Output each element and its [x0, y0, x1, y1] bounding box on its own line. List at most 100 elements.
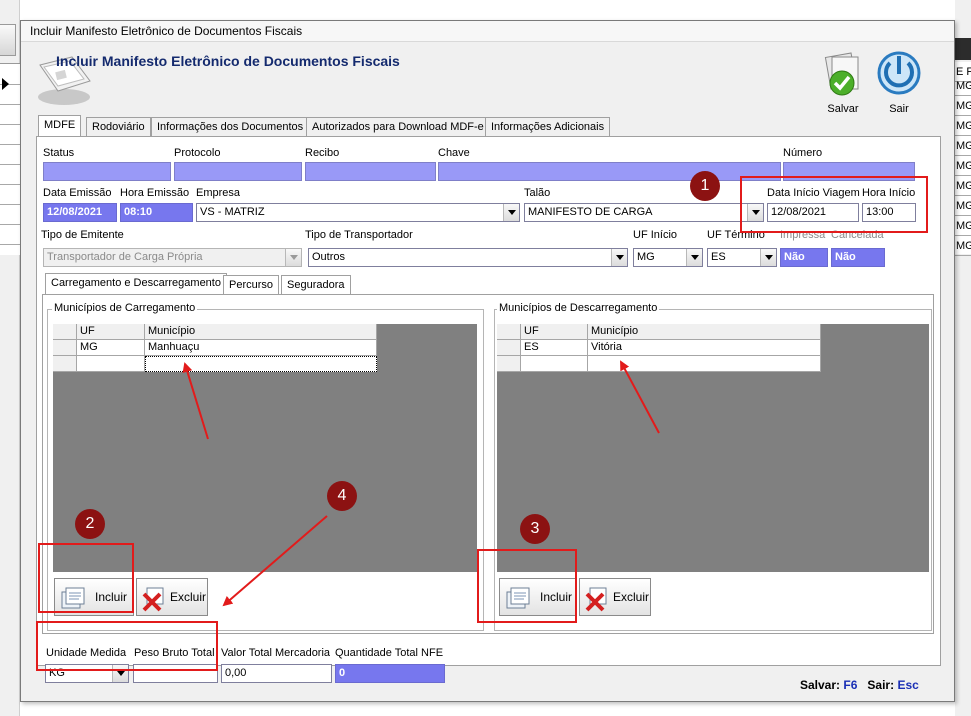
descarregamento-title: Municípios de Descarregamento [497, 302, 660, 314]
tab-carregamento-descarregamento[interactable]: Carregamento e Descarregamento [45, 273, 227, 295]
chevron-down-icon[interactable] [503, 204, 519, 221]
hora-emissao-label: Hora Emissão [120, 187, 190, 199]
delete-descarregamento-button[interactable]: Excluir [579, 578, 651, 616]
tab-mdfe[interactable]: MDFE [38, 115, 82, 137]
delete-carregamento-label: Excluir [170, 590, 207, 604]
window-title: Incluir Manifesto Eletrônico de Document… [21, 21, 954, 42]
protocolo-label: Protocolo [174, 147, 221, 159]
empresa-value: VS - MATRIZ [200, 206, 265, 218]
chave-field [438, 162, 781, 181]
uf-inicio-select[interactable]: MG [633, 248, 703, 267]
tipo-emitente-select: Transportador de Carga Própria [43, 248, 302, 267]
save-button[interactable]: Salvar [818, 47, 868, 117]
status-field [43, 162, 171, 181]
column-header-municipio[interactable]: Município [588, 324, 821, 340]
step-badge-2: 2 [75, 509, 105, 539]
empresa-label: Empresa [196, 187, 241, 199]
background-cell: MG [955, 156, 971, 176]
valor-total-label: Valor Total Mercadoria [221, 647, 331, 659]
table-cell[interactable]: MG [77, 340, 145, 356]
column-header-uf[interactable]: UF [521, 324, 588, 340]
highlight-box-2 [38, 543, 134, 613]
delete-icon [142, 587, 164, 612]
tipo-transportador-select[interactable]: Outros [308, 248, 628, 267]
tab-rodoviario[interactable]: Rodoviário [86, 117, 151, 137]
background-cell: MG [955, 136, 971, 156]
save-icon [824, 52, 859, 96]
data-emissao-field: 12/08/2021 [43, 203, 117, 222]
chevron-down-icon[interactable] [760, 249, 776, 266]
chevron-down-icon[interactable] [686, 249, 702, 266]
step-badge-3: 3 [520, 514, 550, 544]
highlight-box-3 [477, 549, 577, 623]
background-cell: MG [955, 116, 971, 136]
quantidade-total-field: 0 [335, 664, 445, 683]
hora-emissao-field: 08:10 [120, 203, 193, 222]
uf-termino-select[interactable]: ES [707, 248, 777, 267]
table-cell-empty[interactable] [77, 356, 145, 372]
background-button [0, 24, 16, 56]
table-cell-empty[interactable] [145, 356, 377, 372]
status-label: Status [43, 147, 75, 159]
step-badge-1: 1 [690, 171, 720, 201]
talao-select[interactable]: MANIFESTO DE CARGA [524, 203, 764, 222]
talao-value: MANIFESTO DE CARGA [528, 206, 653, 218]
carregamento-grid[interactable]: UF Município MG Manhuaçu [53, 324, 477, 572]
shortcut-hints: Salvar: F6 Sair: Esc [800, 678, 919, 692]
quantidade-total-label: Quantidade Total NFE [335, 647, 444, 659]
recibo-field [305, 162, 436, 181]
column-header-uf[interactable]: UF [77, 324, 145, 340]
table-cell[interactable]: ES [521, 340, 588, 356]
background-cell: MG [955, 176, 971, 196]
table-cell-empty[interactable] [521, 356, 588, 372]
chave-label: Chave [438, 147, 470, 159]
uf-inicio-label: UF Início [633, 229, 678, 241]
shortcut-save-key: F6 [843, 678, 858, 692]
background-cell: MG [955, 76, 971, 96]
highlight-box-4 [36, 621, 218, 671]
data-emissao-label: Data Emissão [43, 187, 112, 199]
protocolo-field [174, 162, 302, 181]
tab-informacoes-adicionais[interactable]: Informações Adicionais [485, 117, 611, 137]
background-grid-left [0, 63, 20, 255]
tab-informacoes-documentos[interactable]: Informações dos Documentos [151, 117, 310, 137]
power-icon [877, 51, 921, 95]
chevron-down-icon [285, 249, 301, 266]
impressa-field: Não [780, 248, 828, 267]
uf-inicio-value: MG [637, 251, 655, 263]
tipo-transportador-label: Tipo de Transportador [305, 229, 413, 241]
carregamento-title: Municípios de Carregamento [52, 302, 198, 314]
exit-label: Sair [889, 103, 909, 115]
valor-total-field[interactable]: 0,00 [221, 664, 332, 683]
tab-percurso[interactable]: Percurso [223, 275, 280, 295]
delete-icon [585, 587, 607, 612]
exit-button[interactable]: Sair [874, 47, 924, 117]
tipo-transportador-value: Outros [312, 251, 346, 263]
step-badge-4: 4 [327, 481, 357, 511]
column-header-municipio[interactable]: Município [145, 324, 377, 340]
table-cell-empty[interactable] [588, 356, 821, 372]
shortcut-save-label: Salvar: [800, 678, 841, 692]
delete-carregamento-button[interactable]: Excluir [136, 578, 208, 616]
numero-label: Número [783, 147, 823, 159]
background-cell: MG [955, 96, 971, 116]
recibo-label: Recibo [305, 147, 340, 159]
background-cell: MG [955, 236, 971, 256]
tab-seguradora[interactable]: Seguradora [281, 275, 351, 295]
table-cell[interactable]: Vitória [588, 340, 821, 356]
tipo-emitente-value: Transportador de Carga Própria [47, 251, 203, 263]
background-header-bar [955, 38, 971, 60]
descarregamento-grid[interactable]: UF Município ES Vitória [497, 324, 929, 572]
tab-autorizados-download[interactable]: Autorizados para Download MDF-e [306, 117, 490, 137]
chevron-down-icon[interactable] [611, 249, 627, 266]
uf-termino-value: ES [711, 251, 726, 263]
background-cell: MG [955, 196, 971, 216]
save-label: Salvar [827, 103, 859, 115]
shortcut-exit-key: Esc [897, 678, 919, 692]
table-cell[interactable]: Manhuaçu [145, 340, 377, 356]
page-title: Incluir Manifesto Eletrônico de Document… [56, 53, 400, 69]
empresa-select[interactable]: VS - MATRIZ [196, 203, 520, 222]
row-pointer-icon [2, 78, 9, 90]
shortcut-exit-label: Sair: [867, 678, 895, 692]
highlight-box-1 [740, 176, 928, 233]
